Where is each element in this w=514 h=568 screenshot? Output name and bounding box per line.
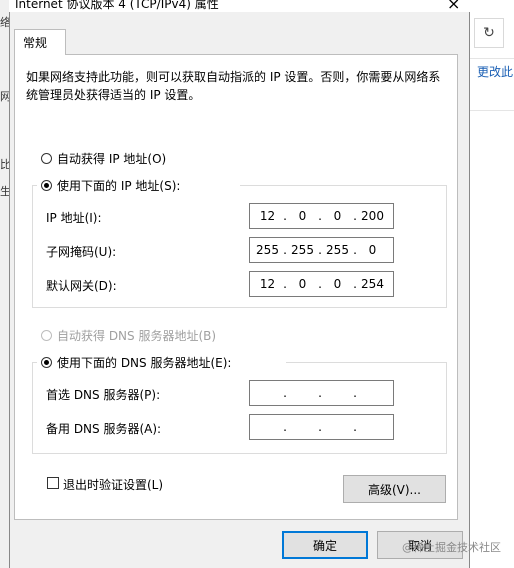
preferred-dns-label: 首选 DNS 服务器(P): (46, 388, 161, 402)
refresh-icon[interactable]: ↻ (474, 18, 504, 48)
ip-address-field[interactable]: 12. 0. 0. 200 (249, 203, 394, 229)
background-text: 比 (0, 158, 9, 171)
ip-auto-label: 自动获得 IP 地址(O) (57, 152, 167, 166)
change-link[interactable]: 更改此 (477, 63, 513, 80)
dns-auto-label: 自动获得 DNS 服务器地址(B) (57, 329, 217, 343)
gateway-field[interactable]: 12. 0. 0. 254 (249, 271, 394, 297)
dns-auto-radio[interactable] (41, 330, 52, 341)
background-text: 网 (0, 90, 9, 103)
background-window-left (0, 0, 9, 568)
ip-auto-radio[interactable] (41, 153, 52, 164)
validate-on-exit-label: 退出时验证设置(L) (63, 478, 164, 492)
alternate-dns-field[interactable]: . . . (249, 414, 394, 440)
background-text: 络 (0, 16, 9, 29)
validate-on-exit-checkbox[interactable] (47, 477, 59, 489)
close-icon[interactable]: × (447, 0, 460, 13)
preferred-dns-field[interactable]: . . . (249, 380, 394, 406)
divider (470, 110, 514, 111)
dns-manual-radio[interactable] (41, 357, 52, 368)
ok-button[interactable]: 确定 (282, 531, 368, 559)
background-window (470, 0, 514, 568)
gateway-label: 默认网关(D): (46, 279, 117, 293)
description-text: 如果网络支持此功能，则可以获取自动指派的 IP 设置。否则，你需要从网络系统管理… (26, 70, 441, 102)
alternate-dns-label: 备用 DNS 服务器(A): (46, 422, 162, 436)
dns-manual-label: 使用下面的 DNS 服务器地址(E): (57, 356, 232, 370)
ip-address-label: IP 地址(I): (46, 211, 102, 225)
ip-manual-label: 使用下面的 IP 地址(S): (57, 179, 181, 193)
ip-manual-radio[interactable] (41, 180, 52, 191)
divider (470, 58, 514, 59)
subnet-mask-label: 子网掩码(U): (46, 245, 117, 259)
watermark-text: @稀土掘金技术社区 (402, 541, 501, 554)
advanced-button[interactable]: 高级(V)... (343, 475, 446, 503)
tab-general[interactable]: 常规 (14, 29, 66, 55)
dns-group-box (32, 362, 447, 454)
background-text: 生 (0, 185, 9, 198)
subnet-mask-field[interactable]: 255. 255. 255. 0 (249, 237, 394, 263)
dialog-title: Internet 协议版本 4 (TCP/IPv4) 属性 (15, 0, 219, 11)
